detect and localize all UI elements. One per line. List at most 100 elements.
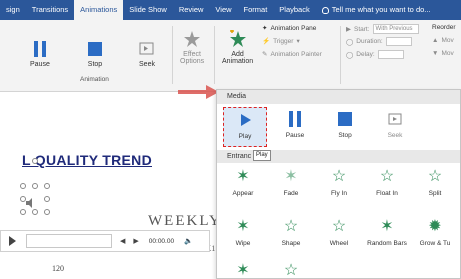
speaker-icon[interactable]: [24, 196, 38, 210]
chevron-down-icon: ▾: [296, 38, 300, 45]
star-icon: ✶: [380, 218, 394, 235]
selection-handle[interactable]: [44, 183, 50, 189]
effect-label: Fly In: [331, 190, 347, 197]
gallery-item-seek[interactable]: Seek: [373, 110, 417, 139]
start-select[interactable]: With Previous: [372, 24, 419, 34]
arrow-down-icon: ▼: [432, 50, 439, 57]
value-label: 120: [52, 264, 64, 273]
effect-options-label-2: Options: [180, 58, 205, 65]
animation-pane-button[interactable]: ✦ Animation Pane: [262, 24, 317, 33]
effect-wheel[interactable]: ☆ Wheel: [317, 218, 361, 247]
ribbon-separator: [172, 26, 173, 84]
seek-track[interactable]: [26, 234, 112, 248]
effect-fly-in[interactable]: ☆ Fly In: [317, 168, 361, 197]
play-icon: [236, 111, 254, 129]
delay-label: Delay:: [356, 51, 375, 58]
star-outline-icon: ☆: [283, 218, 299, 235]
stop-icon: [88, 42, 102, 56]
seek-button[interactable]: Seek: [138, 40, 156, 68]
tab-view[interactable]: View: [209, 0, 237, 20]
selection-handle[interactable]: [20, 183, 26, 189]
effect-shape[interactable]: ☆ Shape: [269, 218, 313, 247]
effect-star-icon: [184, 31, 201, 47]
pause-button[interactable]: Pause: [30, 40, 50, 68]
tell-me-text: Tell me what you want to do...: [331, 5, 431, 14]
gallery-item-label: Seek: [387, 132, 403, 139]
selection-handle[interactable]: [44, 196, 50, 202]
tab-format[interactable]: Format: [238, 0, 274, 20]
gallery-item-label: Stop: [338, 132, 352, 139]
clock-icon: ◯: [346, 38, 354, 46]
effect-grow-turn[interactable]: ✹ Grow & Tu: [413, 218, 457, 247]
move-later-button[interactable]: ▼ Mov: [432, 50, 454, 57]
stop-button[interactable]: Stop: [86, 40, 104, 68]
tell-me-box[interactable]: Tell me what you want to do...: [316, 0, 437, 20]
trigger-button[interactable]: ⚡ Trigger ▾: [262, 37, 300, 46]
star-outline-icon: ☆: [331, 168, 347, 185]
add-animation-label-2: Animation: [222, 58, 254, 65]
player-time: 00:00.00: [148, 237, 175, 245]
selection-handle[interactable]: [32, 183, 38, 189]
effect-options-button[interactable]: Effect Options: [180, 30, 204, 65]
pause-label: Pause: [30, 61, 50, 68]
selection-handle[interactable]: [32, 158, 38, 164]
add-animation-label-1: Add: [231, 51, 244, 58]
tab-design[interactable]: sign: [0, 0, 26, 20]
effect-random-bars[interactable]: ✶ Random Bars: [365, 218, 409, 247]
effect-partial[interactable]: ☆: [269, 262, 313, 279]
tab-playback[interactable]: Playback: [273, 0, 315, 20]
start-icon: ▶: [346, 26, 351, 33]
start-label: Start:: [354, 25, 370, 33]
animation-group-label: Animation: [80, 76, 109, 83]
tab-transitions[interactable]: Transitions: [26, 0, 74, 20]
media-player-bar: ◀ ▶ 00:00.00 🔈: [0, 230, 210, 252]
duration-row: ◯ Duration:: [346, 37, 412, 46]
trigger-icon: ⚡: [262, 38, 271, 45]
ribbon-separator: [214, 26, 215, 84]
effect-fade[interactable]: ✶ Fade: [269, 168, 313, 197]
star-burst-icon: ✹: [428, 218, 442, 235]
play-icon[interactable]: [9, 236, 16, 246]
gallery-item-pause[interactable]: Pause: [273, 110, 317, 139]
effect-wipe[interactable]: ✶ Wipe: [221, 218, 265, 247]
star-icon: ✶: [236, 168, 250, 185]
tab-animations[interactable]: Animations: [74, 0, 124, 20]
reorder-label: Reorder: [432, 24, 456, 31]
effect-label: Grow & Tu: [419, 240, 451, 247]
selection-handle[interactable]: [44, 209, 50, 215]
star-outline-icon: ☆: [331, 218, 347, 235]
forward-icon[interactable]: ▶: [133, 237, 138, 245]
start-row: ▶ Start: With Previous: [346, 24, 419, 34]
gallery-item-play[interactable]: Play: [223, 107, 267, 147]
lightbulb-icon: [321, 6, 329, 14]
slide-title[interactable]: L QUALITY TREND: [22, 152, 152, 168]
tab-slide-show[interactable]: Slide Show: [123, 0, 173, 20]
volume-icon[interactable]: 🔈: [184, 237, 193, 245]
animation-painter-button[interactable]: ✎ Animation Painter: [262, 50, 322, 59]
tab-review[interactable]: Review: [173, 0, 210, 20]
media-section-header: Media: [217, 90, 460, 104]
move-earlier-button[interactable]: ▲ Mov: [432, 37, 454, 44]
animation-pane-label: Animation Pane: [270, 24, 317, 32]
add-animation-star-icon: [229, 30, 246, 47]
effect-appear[interactable]: ✶ Appear: [221, 168, 265, 197]
star-icon: ✶: [236, 218, 250, 235]
effect-split[interactable]: ☆ Split: [413, 168, 457, 197]
effect-partial[interactable]: ✶: [221, 262, 265, 279]
animation-painter-label: Animation Painter: [270, 50, 322, 58]
add-animation-button[interactable]: Add Animation: [222, 30, 253, 65]
duration-input[interactable]: [385, 37, 412, 46]
duration-label: Duration:: [356, 38, 383, 45]
effect-label: Fade: [283, 190, 299, 197]
tooltip: Play: [253, 150, 271, 161]
stop-label: Stop: [87, 61, 103, 68]
effect-float-in[interactable]: ☆ Float In: [365, 168, 409, 197]
seek-label: Seek: [139, 61, 155, 68]
rewind-icon[interactable]: ◀: [120, 237, 125, 245]
seek-icon: [139, 42, 154, 55]
move-earlier-label: Mov: [441, 37, 454, 44]
delay-input[interactable]: [377, 50, 404, 59]
gallery-item-stop[interactable]: Stop: [323, 110, 367, 139]
paintbrush-icon: ✎: [262, 51, 268, 58]
trigger-label: Trigger: [273, 37, 294, 45]
